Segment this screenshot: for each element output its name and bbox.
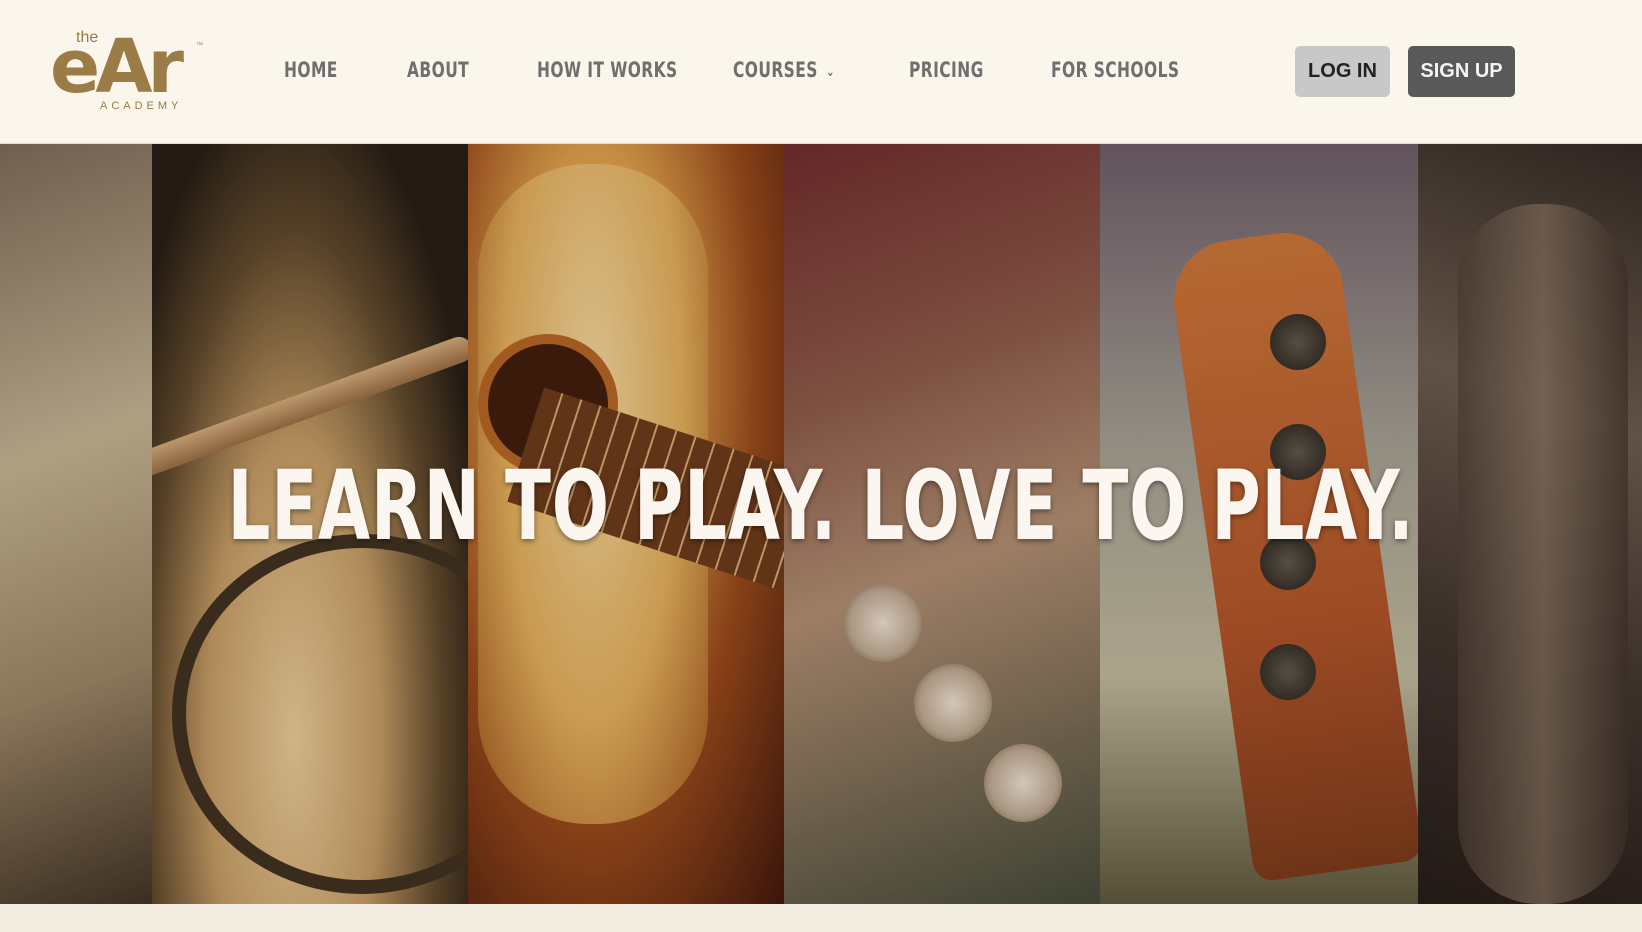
nav-home[interactable]: HOME <box>284 54 338 86</box>
logo-ear-text: eAr <box>50 24 184 110</box>
login-button[interactable]: LOG IN <box>1295 46 1390 97</box>
ear-academy-logo[interactable]: the eAr ™ ACADEMY <box>50 26 210 116</box>
nav-for-schools[interactable]: FOR SCHOOLS <box>1051 54 1179 86</box>
nav-pricing[interactable]: PRICING <box>909 54 984 86</box>
logo-academy-text: ACADEMY <box>100 100 183 112</box>
hero-banner: LEARN TO PLAY. LOVE TO PLAY. <box>0 144 1642 904</box>
page-content-strip <box>0 904 1642 932</box>
piano-image-panel <box>0 144 152 904</box>
nav-about[interactable]: ABOUT <box>407 54 469 86</box>
nav-courses[interactable]: COURSES ⌄ <box>733 54 835 86</box>
site-header: the eAr ™ ACADEMY HOME ABOUT HOW IT WORK… <box>0 0 1642 144</box>
signup-button[interactable]: SIGN UP <box>1408 46 1515 97</box>
chevron-down-icon: ⌄ <box>826 64 836 80</box>
hero-headline: LEARN TO PLAY. LOVE TO PLAY. <box>227 450 1415 562</box>
nav-how-it-works[interactable]: HOW IT WORKS <box>537 54 678 86</box>
nav-courses-label: COURSES <box>733 58 818 82</box>
logo-trademark: ™ <box>196 42 203 49</box>
